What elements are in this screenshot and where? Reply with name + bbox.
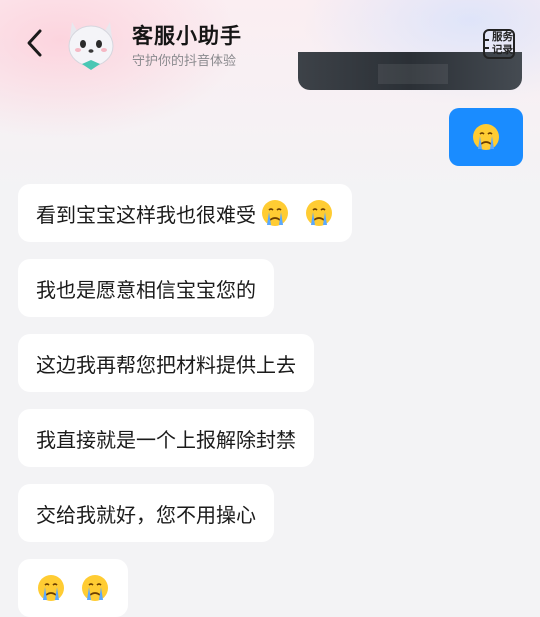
service-record-label: 服务 记录 xyxy=(492,31,522,57)
service-record-button[interactable]: 服务 记录 xyxy=(480,28,520,62)
chat-title: 客服小助手 xyxy=(132,24,242,48)
agent-message-5[interactable]: 交给我就好，您不用操心 xyxy=(18,484,274,542)
message-text: 我也是愿意相信宝宝您的 xyxy=(36,277,256,302)
agent-message-2[interactable]: 我也是愿意相信宝宝您的 xyxy=(18,259,274,317)
agent-message-1[interactable]: 看到宝宝这样我也很难受 xyxy=(18,184,352,242)
service-record-line1: 服务 xyxy=(492,31,513,43)
message-text: 这边我再帮您把材料提供上去 xyxy=(36,352,296,377)
agent-emoji-message[interactable] xyxy=(18,559,128,617)
service-record-line2: 记录 xyxy=(492,44,513,56)
chat-header: 客服小助手 守护你的抖音体验 服务 记录 xyxy=(0,0,540,90)
agent-message-3[interactable]: 这边我再帮您把材料提供上去 xyxy=(18,334,314,392)
crying-face-icon xyxy=(82,575,108,601)
message-text: 我直接就是一个上报解除封禁 xyxy=(36,427,296,452)
chat-subtitle: 守护你的抖音体验 xyxy=(132,54,237,69)
message-text: 交给我就好，您不用操心 xyxy=(36,502,256,527)
crying-face-icon xyxy=(306,200,332,226)
assistant-avatar[interactable] xyxy=(64,16,118,72)
crying-face-icon xyxy=(38,575,64,601)
chevron-left-icon xyxy=(27,29,42,57)
message-text: 看到宝宝这样我也很难受 xyxy=(36,202,256,227)
agent-message-4[interactable]: 我直接就是一个上报解除封禁 xyxy=(18,409,314,467)
crying-face-icon xyxy=(262,200,288,226)
back-button[interactable] xyxy=(18,26,52,60)
crying-face-icon xyxy=(473,124,499,150)
my-emoji-bubble[interactable] xyxy=(449,108,523,166)
